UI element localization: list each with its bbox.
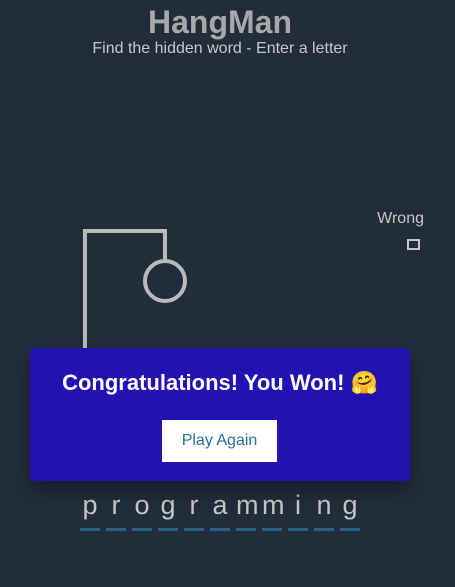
win-popup: Congratulations! You Won! 🤗 Play Again: [30, 348, 410, 481]
game-screen: HangMan Find the hidden word - Enter a l…: [0, 0, 455, 587]
word-letter: m: [236, 488, 259, 531]
hangman-head: [143, 259, 187, 303]
word-letter: g: [340, 488, 360, 531]
word-letter: o: [132, 488, 152, 531]
word-letter: i: [288, 488, 308, 531]
word-letter: m: [262, 488, 285, 531]
word-letter: r: [106, 488, 126, 531]
win-message: Congratulations! You Won! 🤗: [62, 370, 378, 395]
word-letter: r: [184, 488, 204, 531]
word-letter: g: [158, 488, 178, 531]
play-again-button[interactable]: Play Again: [162, 420, 277, 462]
hidden-word: programming: [80, 488, 360, 531]
word-letter: p: [80, 488, 100, 531]
word-letter: n: [314, 488, 334, 531]
word-letter: a: [210, 488, 230, 531]
